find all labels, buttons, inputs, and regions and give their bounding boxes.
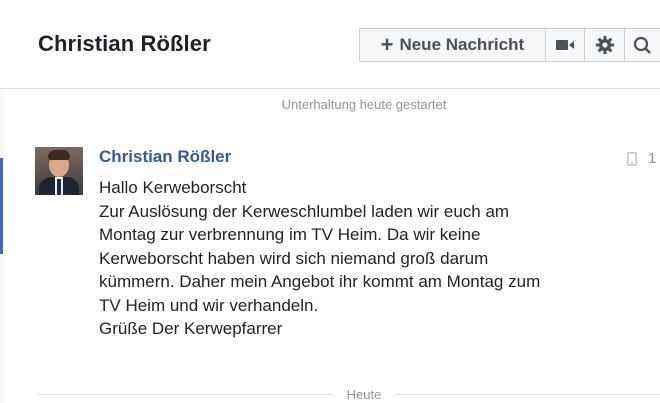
video-call-button[interactable] [546, 29, 586, 61]
sender-avatar[interactable] [35, 147, 83, 195]
day-divider-label: Heute [340, 387, 388, 402]
plus-icon: + [380, 32, 394, 57]
search-icon [634, 36, 652, 54]
message-line: Kerweborscht haben wird sich niemand gro… [99, 248, 489, 268]
video-call-icon [556, 40, 575, 50]
avatar-tie [57, 179, 61, 195]
new-message-button[interactable]: + Neue Nachricht [360, 29, 546, 61]
message-line: TV Heim und wir verhandeln. [99, 295, 319, 315]
header-toolbar: + Neue Nachricht [359, 28, 660, 62]
day-divider: Heute [0, 387, 660, 402]
settings-button[interactable] [585, 29, 626, 61]
message-body: Hallo Kerweborscht Zur Auslösung der Ker… [99, 176, 639, 341]
conversation-title: Christian Rößler [38, 31, 211, 56]
new-message-label: Neue Nachricht [399, 35, 525, 54]
conversation-started-divider: Unterhaltung heute gestartet [281, 97, 447, 112]
sender-name-link[interactable]: Christian Rößler [99, 147, 231, 167]
message-timestamp: 1 [648, 150, 657, 167]
selected-thread-indicator [0, 158, 3, 254]
mobile-phone-icon [627, 152, 637, 166]
avatar-hair [48, 150, 70, 160]
search-button[interactable] [625, 29, 660, 61]
message-line: Grüße Der Kerwepfarrer [99, 319, 283, 338]
message-line: Montag zur verbrennung im TV Heim. Da wi… [99, 225, 481, 244]
gear-icon [595, 36, 614, 54]
message-line: Zur Auslösung der Kerweschlumbel laden w… [99, 201, 510, 221]
conversation-header: Christian Rößler + Neue Nachricht [0, 0, 660, 89]
message-line: kümmern. Daher mein Angebot ihr kommt am… [99, 272, 541, 291]
message-line: Hallo Kerweborscht [99, 178, 247, 197]
